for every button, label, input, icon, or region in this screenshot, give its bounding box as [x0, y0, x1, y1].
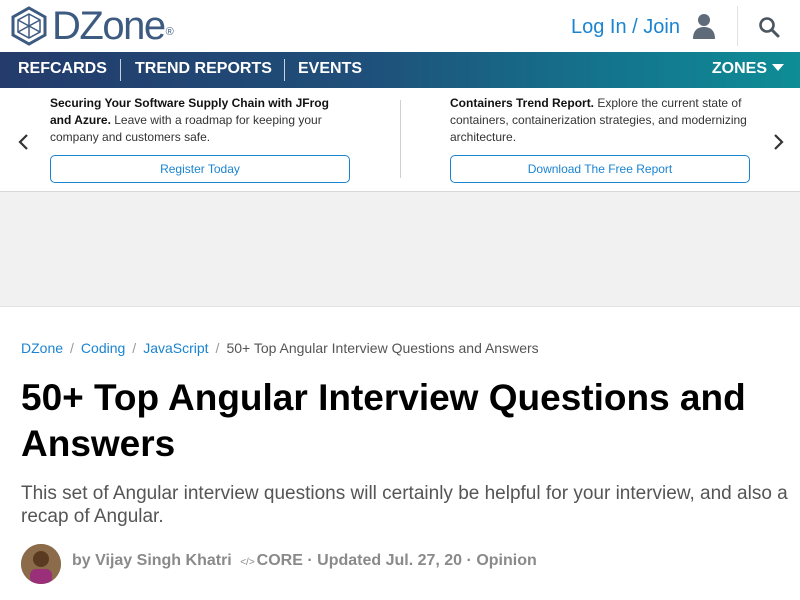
download-report-button[interactable]: Download The Free Report — [450, 155, 750, 183]
breadcrumb-separator: / — [215, 340, 220, 356]
main-nav: REFCARDS TREND REPORTS EVENTS ZONES — [0, 52, 800, 88]
breadcrumb-separator: / — [70, 340, 74, 356]
search-icon[interactable] — [758, 16, 780, 38]
code-icon: </> — [240, 557, 255, 568]
zones-label: ZONES — [711, 60, 767, 77]
chevron-right-icon[interactable] — [770, 132, 786, 152]
nav-item-events[interactable]: EVENTS — [298, 52, 362, 88]
promo-carousel: Securing Your Software Supply Chain with… — [0, 88, 800, 192]
zones-dropdown[interactable]: ZONES — [712, 52, 784, 88]
breadcrumb-dzone[interactable]: DZone — [21, 340, 63, 356]
nav-item-refcards[interactable]: REFCARDS — [18, 52, 107, 88]
login-join-link[interactable]: Log In / Join — [571, 16, 680, 39]
meta-dot: · — [307, 552, 313, 569]
promo-right-headline: Containers Trend Report. — [450, 96, 595, 110]
promo-right-text: Containers Trend Report. Explore the cur… — [450, 95, 750, 146]
dzone-logo[interactable]: DZone ® — [10, 6, 174, 46]
header-divider — [737, 6, 738, 46]
author-prefix: by — [72, 552, 91, 569]
nav-separator — [120, 59, 121, 81]
article-title: 50+ Top Angular Interview Questions and … — [21, 377, 746, 464]
author-name[interactable]: Vijay Singh Khatri — [95, 552, 232, 569]
updated-date: Updated Jul. 27, 20 — [317, 552, 463, 569]
avatar[interactable] — [21, 544, 61, 584]
author-photo — [21, 544, 61, 584]
meta-dot: · — [466, 552, 472, 569]
user-icon[interactable] — [690, 12, 718, 40]
promo-left-text: Securing Your Software Supply Chain with… — [50, 95, 350, 146]
caret-down-icon — [772, 63, 784, 71]
nav-item-trend-reports[interactable]: TREND REPORTS — [135, 52, 272, 88]
article-meta: by Vijay Singh Khatri </> CORE · Updated … — [72, 552, 537, 570]
nav-separator — [284, 59, 285, 81]
register-today-button[interactable]: Register Today — [50, 155, 350, 183]
promo-divider — [400, 100, 401, 178]
breadcrumb-javascript[interactable]: JavaScript — [143, 340, 208, 356]
core-badge: CORE — [256, 552, 303, 569]
article-subtitle: This set of Angular interview questions … — [21, 483, 788, 527]
breadcrumb-separator: / — [132, 340, 137, 356]
article-header: DZone / Coding / JavaScript / 50+ Top Angular … — [0, 306, 800, 600]
breadcrumb-current: 50+ Top Angular Interview Questions and … — [226, 340, 539, 356]
dzone-logo-icon — [11, 6, 47, 46]
breadcrumb: DZone / Coding / JavaScript / 50+ Top Angular … — [21, 340, 539, 356]
chevron-left-icon[interactable] — [16, 132, 32, 152]
site-header: DZone ® Log In / Join — [0, 0, 800, 52]
article-category[interactable]: Opinion — [476, 552, 536, 569]
logo-registered-mark: ® — [165, 26, 174, 38]
breadcrumb-coding[interactable]: Coding — [81, 340, 125, 356]
logo-text: DZone — [52, 4, 166, 48]
ad-placeholder — [0, 192, 800, 306]
